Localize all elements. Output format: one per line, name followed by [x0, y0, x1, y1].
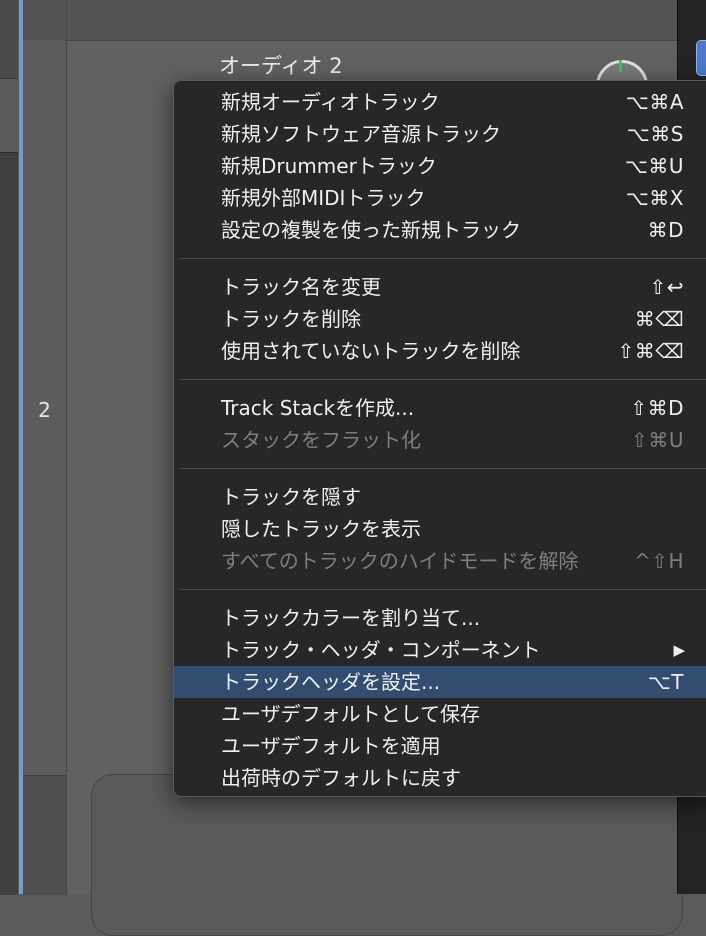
menu-item-label: トラックカラーを割り当て...	[221, 606, 481, 630]
menu-item-shortcut: ^⇧H	[633, 549, 684, 573]
menu-item[interactable]: 新規外部MIDIトラック ⌥⌘X	[174, 182, 706, 214]
track-header-top-bar	[67, 0, 677, 41]
submenu-arrow-icon: ▶	[673, 641, 685, 659]
menu-separator	[180, 379, 706, 380]
menu-item-shortcut: ⇧↩	[649, 275, 684, 299]
menu-item-shortcut: ⌥⌘X	[625, 186, 684, 210]
menu-item[interactable]: Track Stackを作成... ⇧⌘D	[174, 392, 706, 424]
menu-item-label: トラック名を変更	[221, 275, 381, 299]
menu-item-label: 使用されていないトラックを削除	[221, 339, 521, 363]
menu-item[interactable]: 新規オーディオトラック ⌥⌘A	[174, 86, 706, 118]
menu-item[interactable]: トラックカラーを割り当て...	[174, 602, 706, 634]
menu-item[interactable]: 隠したトラックを表示	[174, 513, 706, 545]
menu-item-label: ユーザデフォルトを適用	[221, 734, 441, 758]
menu-item: すべてのトラックのハイドモードを解除 ^⇧H	[174, 545, 706, 577]
menu-separator	[180, 589, 706, 590]
menu-item[interactable]: ユーザデフォルトを適用	[174, 730, 706, 762]
menu-item[interactable]: 使用されていないトラックを削除 ⇧⌘⌫	[174, 335, 706, 367]
track-number: 2	[38, 398, 51, 422]
menu-item-label: 隠したトラックを表示	[221, 517, 421, 541]
menu-item[interactable]: 新規ソフトウェア音源トラック ⌥⌘S	[174, 118, 706, 150]
menu-item[interactable]: ユーザデフォルトとして保存	[174, 698, 706, 730]
left-panel	[0, 152, 18, 895]
menu-item-label: 新規オーディオトラック	[221, 90, 440, 114]
track-number-header	[23, 0, 67, 41]
menu-item-label: ユーザデフォルトとして保存	[221, 702, 480, 726]
menu-item-label: 新規ソフトウェア音源トラック	[221, 122, 501, 146]
menu-item-shortcut: ⌥T	[647, 670, 684, 694]
menu-item-shortcut: ⇧⌘U	[631, 428, 684, 452]
menu-item[interactable]: 出荷時のデフォルトに戻す	[174, 762, 706, 794]
left-panel-divider	[0, 78, 18, 153]
menu-item-shortcut: ⌥⌘U	[624, 154, 684, 178]
track-name[interactable]: オーディオ 2	[219, 50, 343, 80]
menu-item-shortcut: ⌘⌫	[634, 307, 684, 331]
menu-item[interactable]: 新規Drummerトラック ⌥⌘U	[174, 150, 706, 182]
menu-item-label: トラックヘッダを設定...	[221, 670, 441, 694]
region-icon[interactable]	[696, 40, 706, 76]
menu-item-label: トラックを削除	[221, 307, 361, 331]
track-number-column-empty	[23, 775, 67, 895]
menu-item-label: 新規外部MIDIトラック	[221, 186, 426, 210]
menu-item-label: スタックをフラット化	[221, 428, 421, 452]
menu-item-label: トラックを隠す	[221, 485, 361, 509]
menu-item-shortcut: ⇧⌘D	[630, 396, 684, 420]
menu-item-shortcut: ⌥⌘A	[625, 90, 684, 114]
menu-item-shortcut: ⇧⌘⌫	[617, 339, 684, 363]
menu-item[interactable]: トラックを削除 ⌘⌫	[174, 303, 706, 335]
menu-item-label: トラック・ヘッダ・コンポーネント	[221, 638, 541, 662]
menu-item[interactable]: トラックを隠す	[174, 481, 706, 513]
menu-item-label: 新規Drummerトラック	[221, 154, 437, 178]
menu-item-label: Track Stackを作成...	[221, 396, 415, 420]
menu-item-label: 設定の複製を使った新規トラック	[221, 218, 521, 242]
menu-item[interactable]: トラックヘッダを設定... ⌥T	[174, 666, 706, 698]
track-context-menu: 新規オーディオトラック ⌥⌘A 新規ソフトウェア音源トラック ⌥⌘S 新規Drummer…	[173, 80, 706, 797]
menu-item[interactable]: 設定の複製を使った新規トラック ⌘D	[174, 214, 706, 246]
menu-item-label: 出荷時のデフォルトに戻す	[221, 766, 461, 790]
menu-item[interactable]: トラック・ヘッダ・コンポーネント ▶	[174, 634, 706, 666]
menu-item: スタックをフラット化 ⇧⌘U	[174, 424, 706, 456]
menu-separator	[180, 468, 706, 469]
menu-separator	[180, 258, 706, 259]
left-panel-top: ◇ ◇	[0, 0, 18, 153]
menu-item-shortcut: ⌘D	[647, 218, 684, 242]
menu-item-label: すべてのトラックのハイドモードを解除	[221, 549, 579, 573]
menu-item-shortcut: ⌥⌘S	[626, 122, 684, 146]
empty-track-area[interactable]	[91, 774, 683, 936]
menu-item[interactable]: トラック名を変更 ⇧↩	[174, 271, 706, 303]
